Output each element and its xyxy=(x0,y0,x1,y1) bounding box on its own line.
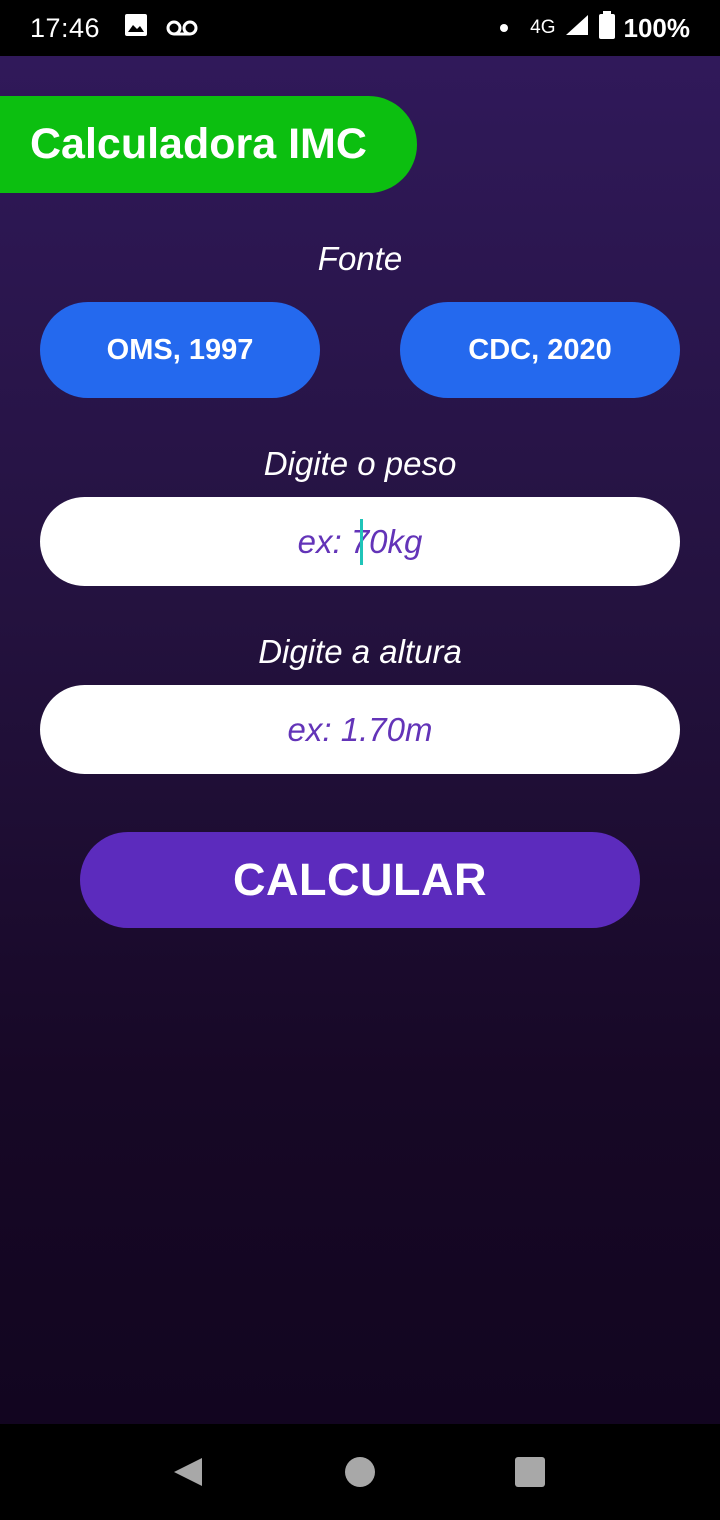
calculate-button[interactable]: CALCULAR xyxy=(80,832,640,928)
source-button-oms[interactable]: OMS, 1997 xyxy=(40,302,320,398)
voicemail-icon xyxy=(166,13,198,44)
weight-label: Digite o peso xyxy=(263,445,457,482)
source-label: Fonte xyxy=(317,240,403,277)
source-button-cdc[interactable]: CDC, 2020 xyxy=(400,302,680,398)
text-cursor xyxy=(360,519,363,565)
height-input[interactable] xyxy=(40,685,680,774)
height-label: Digite a altura xyxy=(258,633,462,670)
status-bar: 17:46 4G 100% xyxy=(0,0,720,56)
status-notification-icons xyxy=(124,13,198,44)
image-icon xyxy=(124,13,148,44)
app-title: Calculadora IMC xyxy=(0,96,417,193)
battery-icon xyxy=(598,10,616,46)
notification-dot-icon xyxy=(500,24,509,32)
status-system-icons: 4G 100% xyxy=(500,10,691,46)
app-screen: Calculadora IMC Fonte OMS, 1997 CDC, 202… xyxy=(0,56,720,1424)
weight-field-container xyxy=(40,497,680,586)
navigation-bar xyxy=(0,1424,720,1520)
signal-icon xyxy=(564,13,590,44)
height-field-container xyxy=(40,685,680,774)
recents-icon[interactable] xyxy=(515,1457,545,1487)
battery-percent: 100% xyxy=(623,12,691,43)
home-icon[interactable] xyxy=(345,1457,375,1487)
back-icon[interactable] xyxy=(172,1456,204,1493)
network-type: 4G xyxy=(530,17,556,38)
status-time: 17:46 xyxy=(30,12,101,43)
